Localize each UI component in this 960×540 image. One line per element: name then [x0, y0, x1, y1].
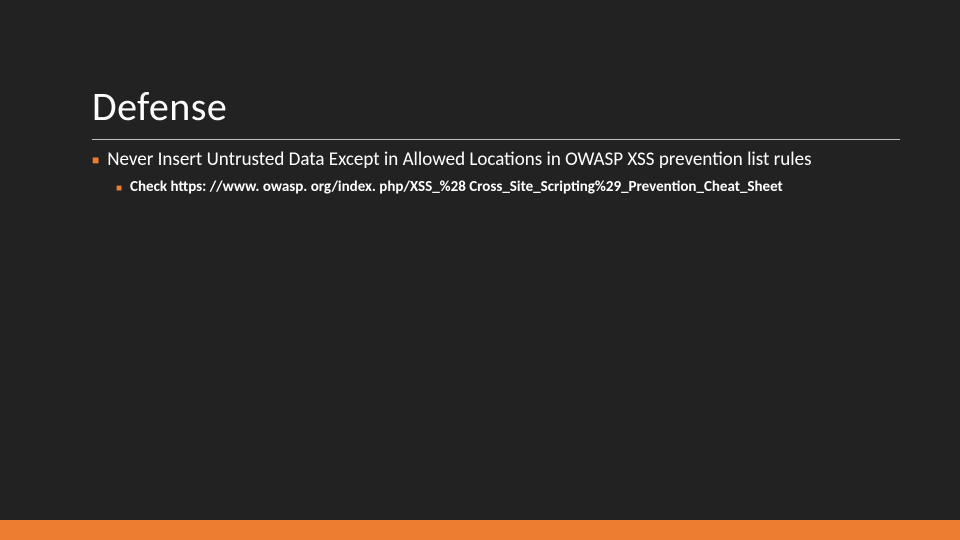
square-bullet-icon: ■ [92, 149, 99, 173]
bullet-text: Check https: //www. owasp. org/index. ph… [130, 177, 783, 197]
content-block: ■ Never Insert Untrusted Data Except in … [92, 148, 900, 198]
title-underline [92, 139, 900, 140]
title-block: Defense [92, 82, 900, 140]
square-bullet-icon: ■ [116, 178, 122, 198]
bullet-text: Never Insert Untrusted Data Except in Al… [107, 148, 811, 173]
slide: Defense ■ Never Insert Untrusted Data Ex… [0, 0, 960, 540]
slide-title: Defense [92, 82, 900, 137]
bullet-level-2: ■ Check https: //www. owasp. org/index. … [116, 177, 900, 198]
bullet-level-1: ■ Never Insert Untrusted Data Except in … [92, 148, 900, 173]
accent-bottom-bar [0, 520, 960, 540]
